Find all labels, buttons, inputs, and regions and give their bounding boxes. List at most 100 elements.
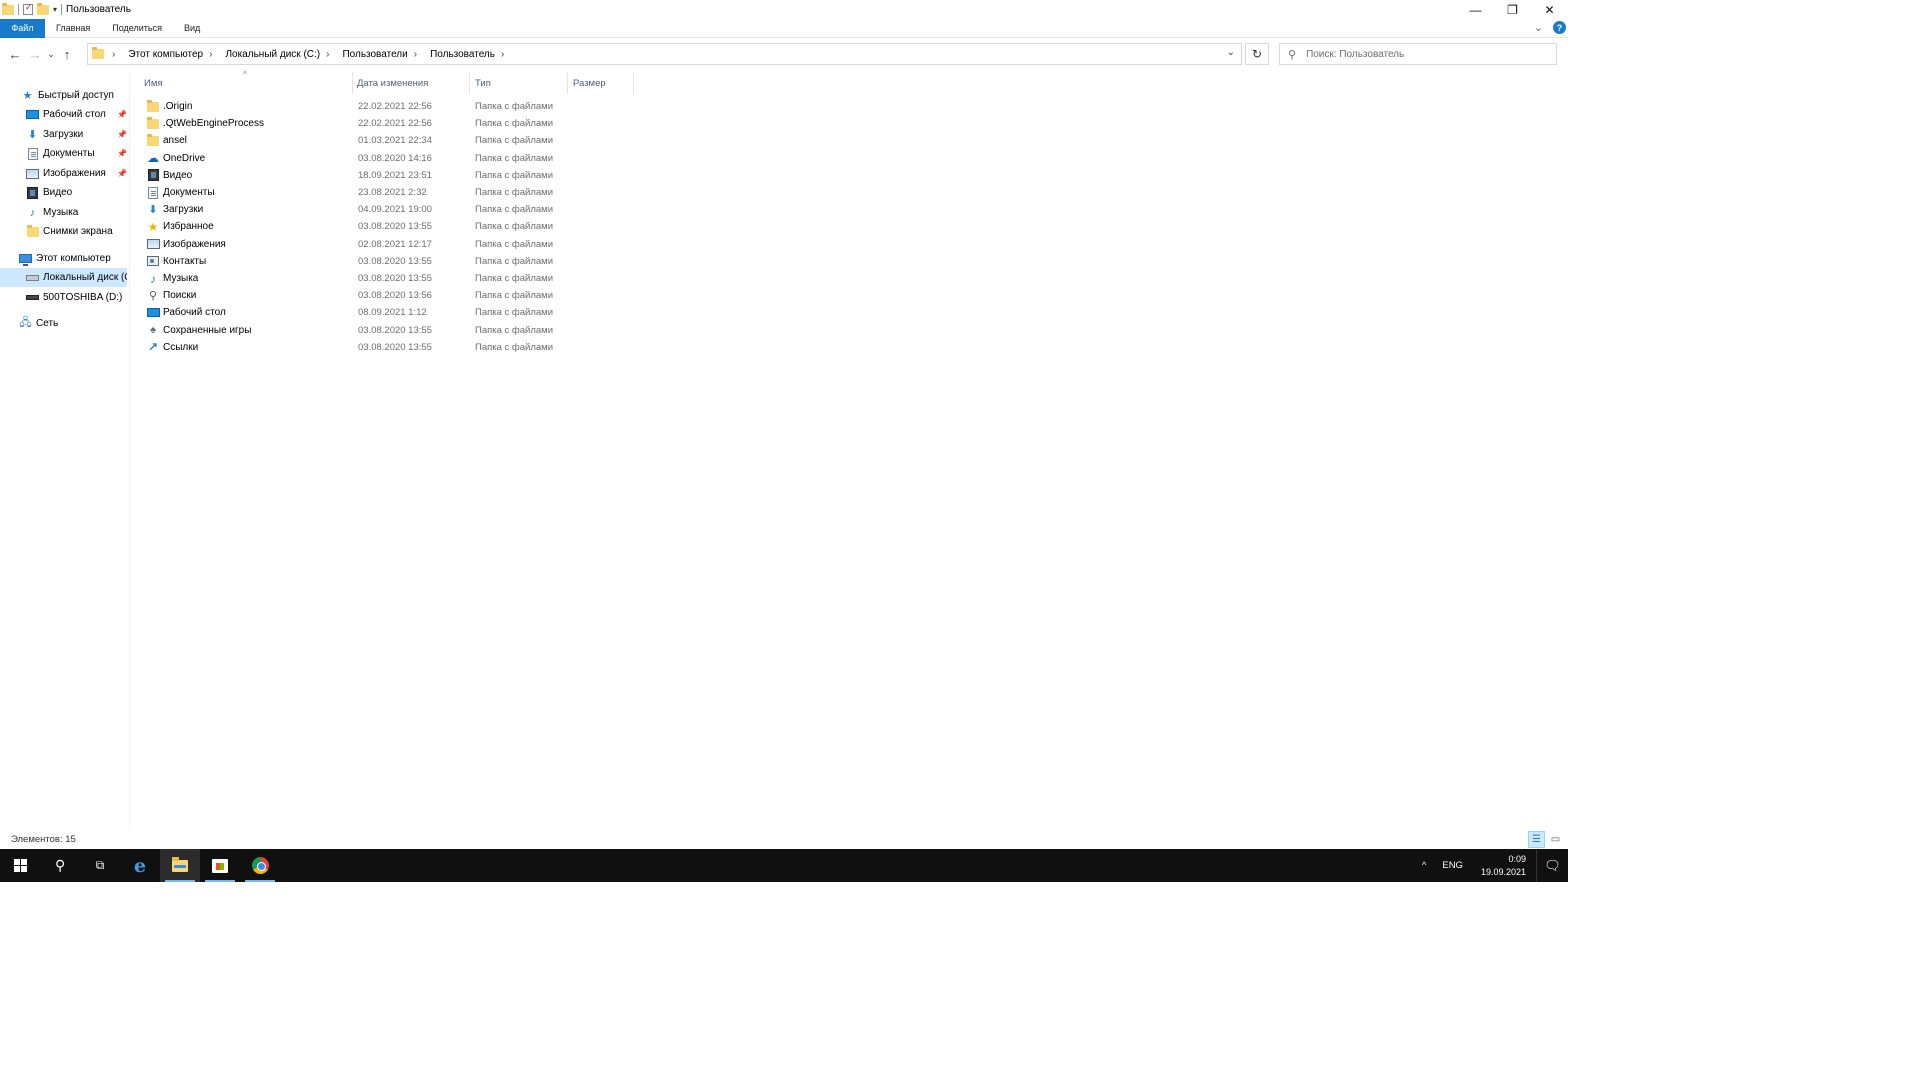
taskbar-store[interactable] xyxy=(200,849,240,882)
new-folder-icon[interactable] xyxy=(37,2,49,15)
table-row[interactable]: ♠ Сохраненные игры 03.08.2020 13:55 Папка с… xyxy=(141,322,641,339)
table-row[interactable]: ↗ Ссылки 03.08.2020 13:55 Папка с файлами xyxy=(141,339,641,356)
minimize-button[interactable]: — xyxy=(1457,0,1494,19)
table-row[interactable]: ☁ OneDrive 03.08.2020 14:16 Папка с файлами xyxy=(141,150,641,167)
table-row[interactable]: Рабочий стол 08.09.2021 1:12 Папка с файла… xyxy=(141,304,641,321)
sidebar-item-network[interactable]: 🖧 Сеть xyxy=(19,314,58,333)
details-view-icon[interactable]: ☰ xyxy=(1528,831,1545,848)
task-view-button[interactable]: ⧉ xyxy=(80,849,120,882)
breadcrumb-sep-root: › xyxy=(106,49,124,60)
breadcrumb-this-pc[interactable]: Этот компьютер › xyxy=(128,49,221,60)
sidebar-item-music[interactable]: ♪ Музыка xyxy=(26,203,79,222)
table-row[interactable]: ♪ Музыка 03.08.2020 13:55 Папка с файлами xyxy=(141,270,641,287)
chevron-icon[interactable]: › xyxy=(209,49,212,60)
table-row[interactable]: Документы 23.08.2021 2:32 Папка с файлами xyxy=(141,184,641,201)
pin-icon[interactable]: 📌 xyxy=(117,130,127,139)
address-dropdown-icon[interactable]: ⌄ xyxy=(1227,47,1235,58)
tab-file[interactable]: Файл xyxy=(0,18,45,38)
table-row[interactable]: Контакты 03.08.2020 13:55 Папка с файлами xyxy=(141,253,641,270)
column-header-date[interactable]: Дата изменения xyxy=(357,72,428,94)
refresh-button[interactable]: ↻ xyxy=(1245,43,1269,65)
icon-wrap xyxy=(146,99,160,113)
drive-icon xyxy=(26,295,39,300)
show-hidden-icons-button[interactable]: ^ xyxy=(1414,849,1434,882)
expand-ribbon-icon[interactable]: ⌄ xyxy=(1534,21,1543,34)
chevron-icon[interactable]: › xyxy=(501,49,504,60)
sidebar-item-pictures[interactable]: Изображения 📌 xyxy=(26,164,130,183)
sidebar-item-this-pc[interactable]: Этот компьютер xyxy=(19,249,111,268)
breadcrumb-users[interactable]: Пользователи › xyxy=(342,49,426,60)
column-divider[interactable] xyxy=(352,72,353,94)
item-count: Элементов: 15 xyxy=(11,834,76,845)
file-type: Папка с файлами xyxy=(475,307,554,319)
desktop-icon xyxy=(146,308,160,318)
sidebar-item-video[interactable]: Видео xyxy=(26,183,72,202)
large-icons-view-icon[interactable]: ▭ xyxy=(1547,831,1564,848)
pin-icon[interactable]: 📌 xyxy=(117,149,127,158)
action-center-icon[interactable]: 🗨 xyxy=(1536,849,1568,882)
table-row[interactable]: ⬇ Загрузки 04.09.2021 19:00 Папка с файлами xyxy=(141,201,641,218)
tab-view[interactable]: Вид xyxy=(173,19,211,38)
pin-icon[interactable]: 📌 xyxy=(117,110,127,119)
taskbar: ⚲ ⧉ e ^ ENG 0:09 19.09.2021 🗨 xyxy=(0,849,1568,882)
sidebar-item-downloads[interactable]: ⬇ Загрузки 📌 xyxy=(26,125,130,144)
search-icon: ⚲ xyxy=(1288,48,1297,61)
breadcrumb-user[interactable]: Пользователь › xyxy=(430,49,513,60)
taskbar-chrome[interactable] xyxy=(240,849,280,882)
drive-icon xyxy=(26,274,39,281)
sidebar-item-label: Видео xyxy=(43,187,73,198)
close-button[interactable]: ✕ xyxy=(1531,0,1568,19)
folder-icon[interactable] xyxy=(2,2,14,15)
column-header-name[interactable]: Имя xyxy=(144,72,163,94)
help-icon[interactable]: ? xyxy=(1553,21,1566,34)
search-button[interactable]: ⚲ xyxy=(40,849,80,882)
breadcrumb-local-disk[interactable]: Локальный диск (C:) › xyxy=(225,49,338,60)
column-header-label: Имя xyxy=(144,77,163,89)
customize-toolbar-icon[interactable]: ▾ xyxy=(53,5,57,14)
sidebar-item-quick-access[interactable]: ★ Быстрый доступ xyxy=(21,86,114,105)
folder-icon xyxy=(26,224,39,237)
clock[interactable]: 0:09 19.09.2021 xyxy=(1471,853,1536,879)
taskbar-file-explorer[interactable] xyxy=(160,849,200,882)
chevron-icon[interactable]: › xyxy=(414,49,417,60)
up-button[interactable]: ↑ xyxy=(57,43,77,65)
start-button[interactable] xyxy=(0,849,40,882)
pin-icon[interactable]: 📌 xyxy=(117,169,127,178)
table-row[interactable]: ansel 01.03.2021 22:34 Папка с файлами xyxy=(141,132,641,149)
chevron-icon[interactable]: › xyxy=(326,49,329,60)
sidebar-item-screenshots[interactable]: Снимки экрана xyxy=(26,222,113,241)
column-header-type[interactable]: Тип xyxy=(475,72,491,94)
tab-share[interactable]: Поделиться xyxy=(101,19,173,38)
recent-locations-button[interactable]: ⌄ xyxy=(45,43,57,65)
system-tray: ^ ENG 0:09 19.09.2021 🗨 xyxy=(1414,849,1568,882)
address-bar[interactable]: › Этот компьютер › Локальный диск (C:) › П… xyxy=(87,43,1242,65)
table-row[interactable]: ⚲ Поиски 03.08.2020 13:56 Папка с файлами xyxy=(141,287,641,304)
tab-home[interactable]: Главная xyxy=(45,19,101,38)
column-divider[interactable] xyxy=(567,72,568,94)
back-button[interactable]: ← xyxy=(5,43,25,65)
table-row[interactable]: Видео 18.09.2021 23:51 Папка с файлами xyxy=(141,167,641,184)
file-type: Папка с файлами xyxy=(475,169,554,181)
restore-button[interactable]: ❐ xyxy=(1494,0,1531,19)
column-header-size[interactable]: Размер xyxy=(573,72,606,94)
icon-wrap xyxy=(146,169,160,182)
chevron-icon[interactable]: › xyxy=(112,49,115,60)
column-divider[interactable] xyxy=(633,72,634,94)
music-icon: ♪ xyxy=(29,206,36,219)
sidebar-item-local-disk-c[interactable]: Локальный диск (C:) xyxy=(0,268,127,287)
search-input[interactable]: ⚲ Поиск: Пользователь xyxy=(1279,43,1557,65)
table-row[interactable]: .Origin 22.02.2021 22:56 Папка с файлами xyxy=(141,98,641,115)
quick-access-star-icon: ★ xyxy=(22,90,33,102)
sidebar-item-documents[interactable]: Документы 📌 xyxy=(26,144,130,163)
table-row[interactable]: .QtWebEngineProcess 22.02.2021 22:56 Папка… xyxy=(141,115,641,132)
properties-icon[interactable] xyxy=(23,2,33,15)
sidebar-item-drive-d[interactable]: 500TOSHIBA (D:) xyxy=(26,288,122,307)
table-row[interactable]: Изображения 02.08.2021 12:17 Папка с файла… xyxy=(141,236,641,253)
table-row[interactable]: ★ Избранное 03.08.2020 13:55 Папка с файлам… xyxy=(141,218,641,235)
file-date: 03.08.2020 13:55 xyxy=(358,221,432,233)
column-divider[interactable] xyxy=(469,72,470,94)
language-indicator[interactable]: ENG xyxy=(1434,849,1471,882)
sidebar-item-desktop[interactable]: Рабочий стол 📌 xyxy=(26,105,130,124)
taskbar-edge[interactable]: e xyxy=(120,849,160,882)
forward-button[interactable]: → xyxy=(25,43,45,65)
